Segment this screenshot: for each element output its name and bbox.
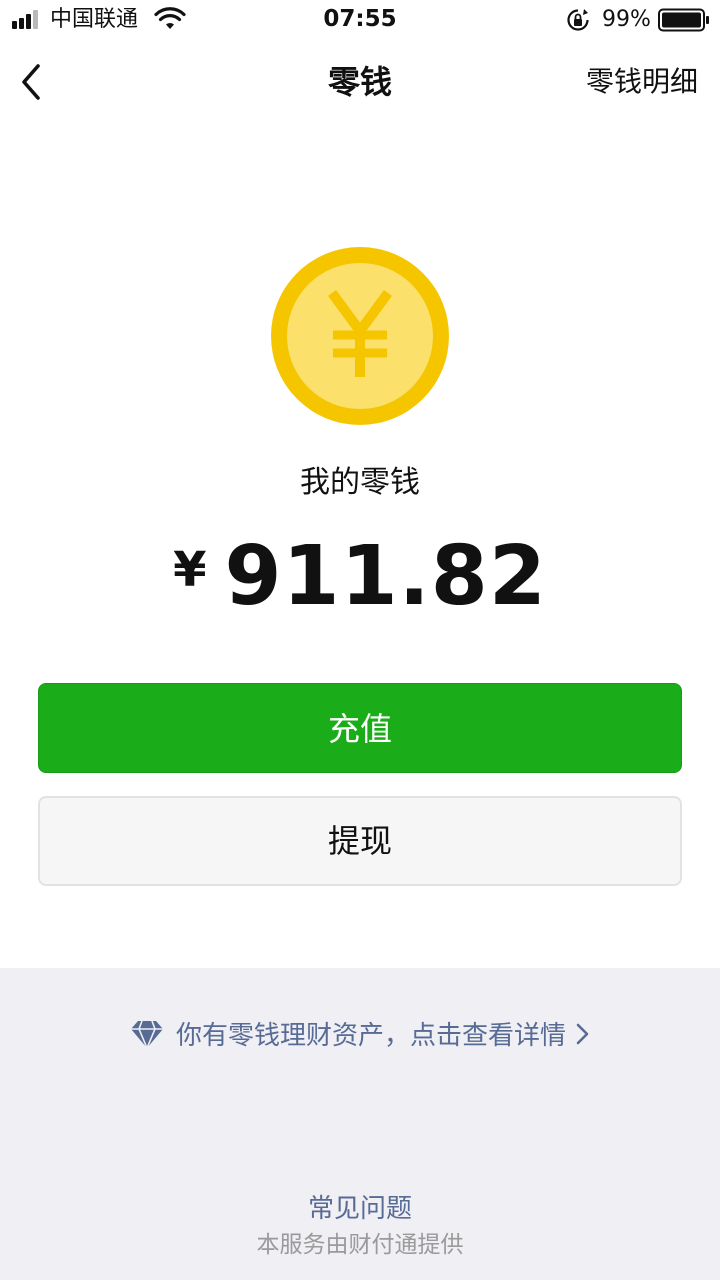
wealth-link-text: 你有零钱理财资产，点击查看详情 [175, 1021, 566, 1051]
currency-symbol: ¥ [173, 542, 207, 598]
wealth-assets-link[interactable]: 你有零钱理财资产，点击查看详情 [0, 1016, 720, 1056]
diamond-icon [130, 1020, 163, 1049]
balance-value: 911.82 [224, 529, 547, 624]
balance-label: 我的零钱 [300, 465, 420, 500]
balance-amount: ¥911.82 [0, 520, 720, 649]
transaction-detail-link[interactable]: 零钱明细 [586, 62, 698, 102]
rotation-lock-icon [567, 9, 589, 31]
footer-section: 你有零钱理财资产，点击查看详情 常见问题 本服务由财付通提供 [0, 968, 720, 1280]
nav-bar: 零钱 零钱明细 [0, 40, 720, 124]
withdraw-button[interactable]: 提现 [38, 796, 682, 886]
battery-icon [658, 8, 709, 32]
status-bar: 中国联通 07:55 99% [0, 0, 720, 40]
provider-text: 本服务由财付通提供 [256, 1232, 464, 1258]
recharge-button[interactable]: 充值 [38, 683, 682, 773]
yuan-coin-icon [271, 247, 449, 425]
battery-percent: 99% [602, 7, 651, 32]
chevron-right-icon [576, 1023, 589, 1045]
faq-link[interactable]: 常见问题 [0, 1190, 720, 1228]
